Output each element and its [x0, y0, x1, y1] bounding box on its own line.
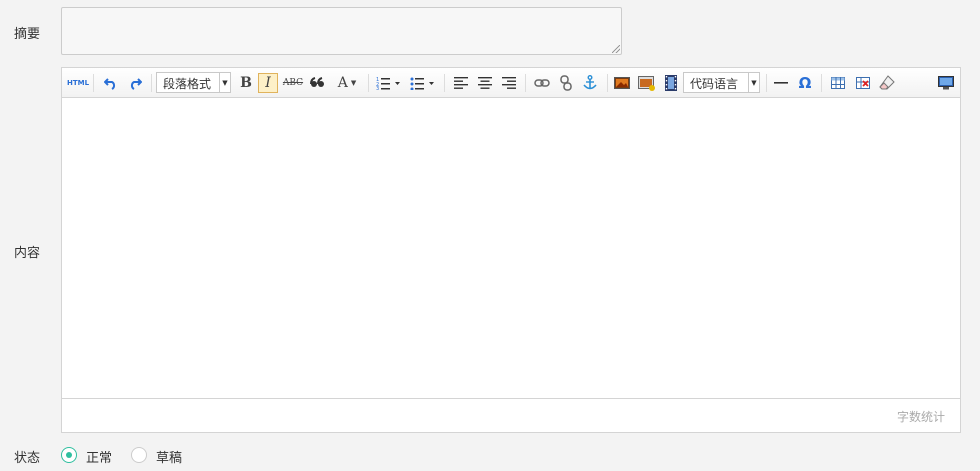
delete-table-button[interactable] [853, 73, 873, 93]
image-icon [614, 77, 630, 89]
caret-down-icon: ▼ [219, 73, 230, 92]
word-count: 字数统计 [896, 410, 945, 424]
multi-image-icon [638, 75, 655, 91]
editor-content-area[interactable] [62, 98, 960, 400]
status-label: 状态 [14, 451, 41, 466]
html-source-button[interactable]: HTML [66, 73, 90, 93]
monitor-icon [938, 76, 954, 90]
link-icon [534, 79, 550, 87]
align-right-icon [502, 77, 516, 89]
redo-button[interactable] [126, 73, 144, 93]
quote-icon [309, 77, 324, 87]
insert-table-button[interactable] [828, 73, 848, 93]
content-label: 内容 [14, 246, 41, 261]
unlink-button[interactable] [556, 73, 576, 93]
insert-video-button[interactable] [662, 73, 680, 93]
summary-textarea[interactable] [61, 7, 622, 55]
editor-toolbar: HTML 段落格式 ▼ B I ABC A ▼ 123 代码语言 ▼ Ω [62, 68, 960, 98]
undo-icon [104, 78, 116, 90]
font-color-icon: A [337, 75, 348, 91]
unordered-list-icon [410, 77, 434, 90]
horizontal-rule-icon [774, 82, 788, 84]
align-center-button[interactable] [475, 73, 495, 93]
multi-image-button[interactable] [636, 73, 658, 93]
font-color-button[interactable]: A ▼ [332, 73, 362, 93]
video-icon [665, 75, 677, 91]
align-left-button[interactable] [451, 73, 471, 93]
unlink-icon [560, 75, 572, 91]
delete-table-icon [856, 77, 870, 89]
paragraph-format-select[interactable]: 段落格式 ▼ [156, 72, 231, 93]
align-center-icon [478, 77, 492, 89]
table-icon [831, 77, 845, 89]
code-language-select[interactable]: 代码语言 ▼ [683, 72, 760, 93]
undo-button[interactable] [102, 73, 120, 93]
html-icon: HTML [66, 79, 90, 87]
status-radio-normal[interactable] [61, 447, 77, 463]
insert-link-button[interactable] [532, 73, 552, 93]
align-right-button[interactable] [499, 73, 519, 93]
anchor-icon [583, 75, 597, 90]
paragraph-format-value: 段落格式 [163, 77, 212, 91]
rich-text-editor: HTML 段落格式 ▼ B I ABC A ▼ 123 代码语言 ▼ Ω 字数统… [61, 67, 961, 433]
omega-icon: Ω [798, 74, 812, 92]
align-left-icon [454, 77, 468, 89]
fullscreen-button[interactable] [936, 73, 956, 93]
insert-image-button[interactable] [612, 73, 632, 93]
caret-down-icon: ▼ [748, 73, 759, 92]
status-radio-draft[interactable] [131, 447, 147, 463]
status-label-draft[interactable]: 草稿 [156, 447, 182, 466]
anchor-button[interactable] [580, 73, 600, 93]
ordered-list-button[interactable]: 123 [374, 73, 404, 93]
svg-text:3: 3 [376, 86, 379, 90]
blockquote-button[interactable] [307, 73, 327, 93]
unordered-list-button[interactable] [408, 73, 438, 93]
resize-grip-icon[interactable] [612, 45, 620, 53]
bold-button[interactable]: B [236, 73, 256, 93]
special-char-button[interactable]: Ω [795, 73, 815, 93]
strikethrough-button[interactable]: ABC [282, 73, 304, 93]
horizontal-rule-button[interactable] [771, 73, 791, 93]
eraser-icon [879, 75, 895, 90]
redo-icon [130, 78, 142, 90]
status-label-normal[interactable]: 正常 [86, 447, 112, 466]
clear-format-button[interactable] [877, 73, 897, 93]
summary-label: 摘要 [14, 27, 41, 42]
italic-button[interactable]: I [258, 73, 278, 93]
ordered-list-icon: 123 [376, 77, 400, 90]
editor-footer: 字数统计 [62, 398, 960, 432]
code-language-value: 代码语言 [690, 77, 739, 91]
